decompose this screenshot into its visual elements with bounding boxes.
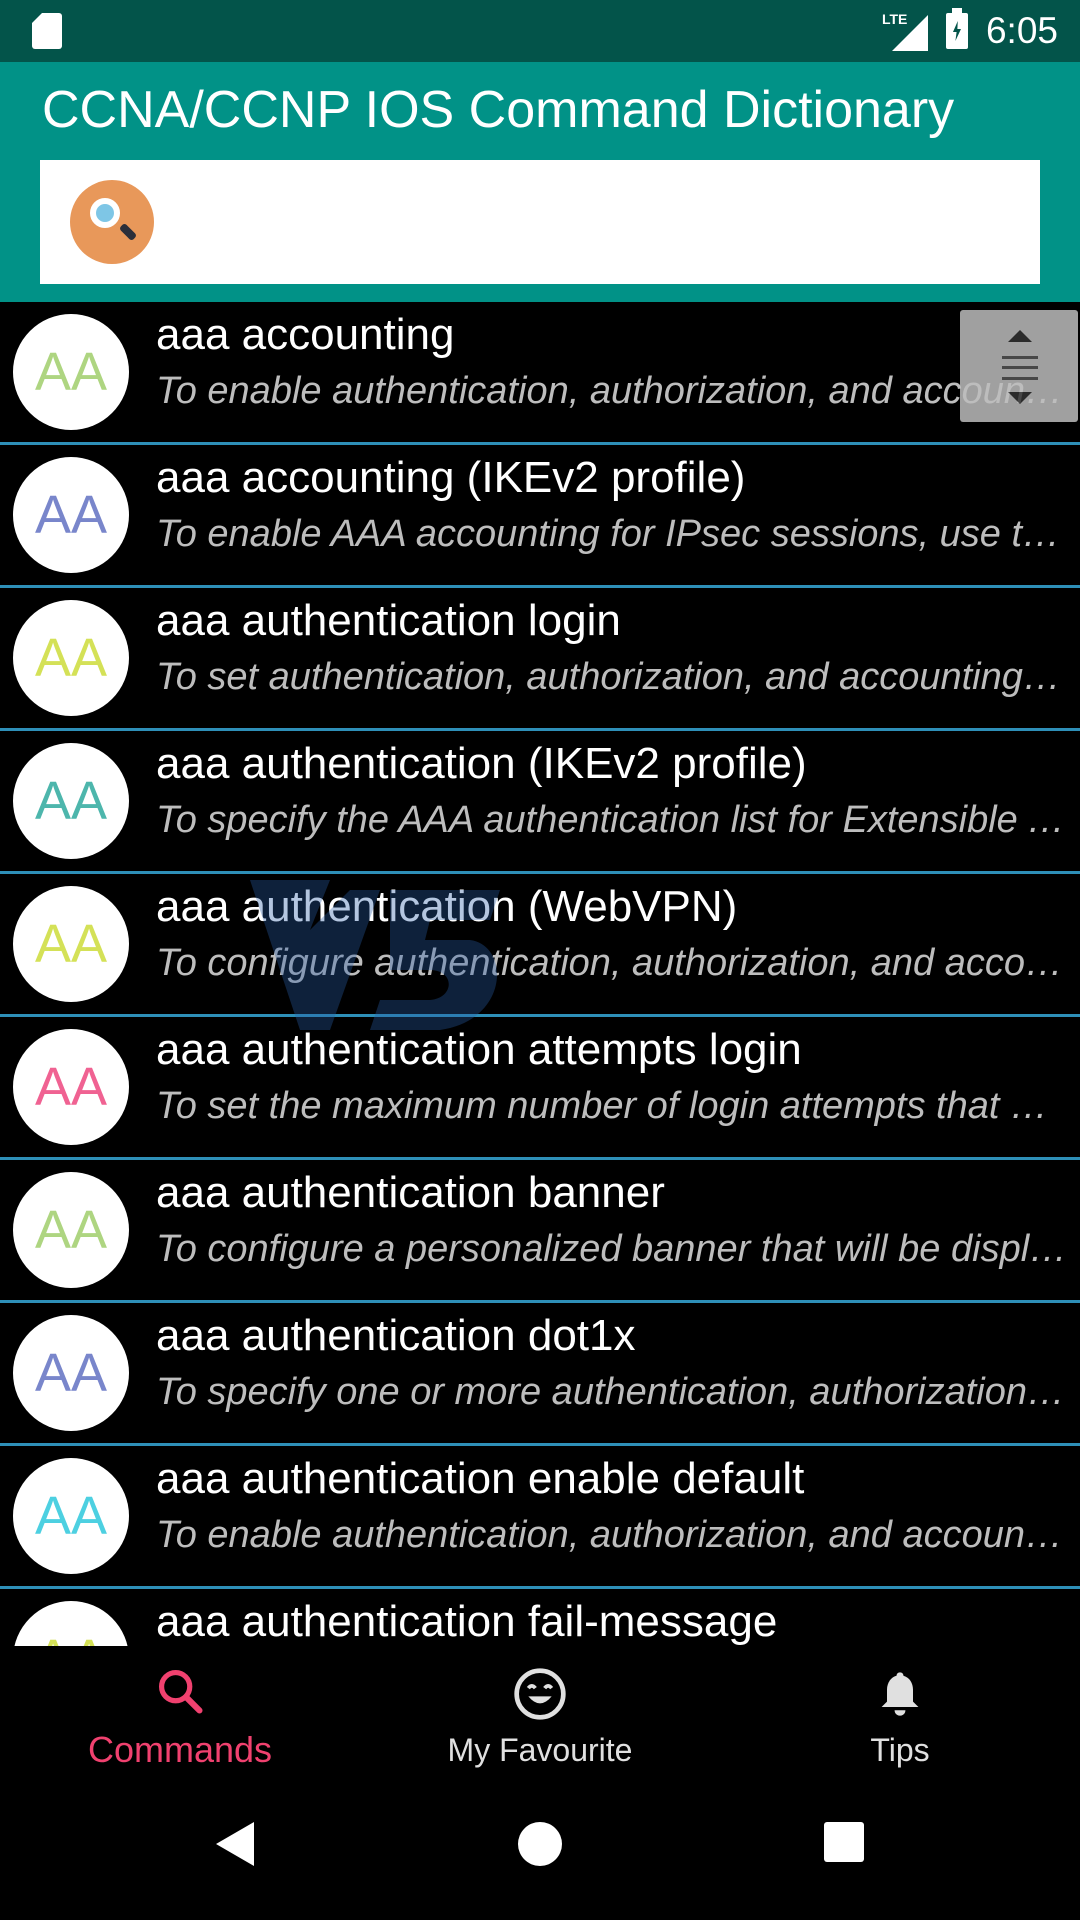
recent-apps-icon[interactable]: [824, 1822, 864, 1862]
avatar: AA: [13, 886, 129, 1002]
list-item[interactable]: AA aaa accounting To enable authenticati…: [0, 302, 1080, 445]
smiley-face-icon: [510, 1664, 570, 1724]
search-input[interactable]: [180, 186, 1014, 258]
command-description: To enable AAA accounting for IPsec sessi…: [156, 513, 1068, 555]
avatar: AA: [13, 1458, 129, 1574]
search-box[interactable]: [40, 160, 1040, 284]
bell-icon: [870, 1664, 930, 1724]
tab-commands[interactable]: Commands: [0, 1646, 360, 1786]
back-icon[interactable]: [216, 1822, 254, 1866]
signal-icon: LTE: [882, 11, 928, 51]
command-description: To enable authentication, authorization,…: [156, 370, 1068, 412]
command-description: To configure authentication, authorizati…: [156, 942, 1068, 984]
list-item[interactable]: AA aaa authentication banner To configur…: [0, 1160, 1080, 1303]
list-item[interactable]: AA aaa accounting (IKEv2 profile) To ena…: [0, 445, 1080, 588]
command-title: aaa authentication fail-message: [156, 1597, 778, 1646]
command-title: aaa authentication (IKEv2 profile): [156, 739, 807, 788]
list-item[interactable]: AA aaa authentication login To set authe…: [0, 588, 1080, 731]
command-title: aaa authentication (WebVPN): [156, 882, 738, 931]
scroll-up-icon: [1008, 330, 1032, 342]
battery-charging-icon: [945, 8, 968, 49]
fast-scroll-handle[interactable]: [960, 310, 1078, 422]
sd-card-icon: [32, 13, 62, 49]
scroll-down-icon: [1008, 392, 1032, 404]
list-item[interactable]: AA aaa authentication attempts login To …: [0, 1017, 1080, 1160]
tab-tips[interactable]: Tips: [720, 1646, 1080, 1786]
avatar: AA: [13, 1315, 129, 1431]
status-indicators: LTE 6:05: [882, 8, 1058, 52]
command-title: aaa accounting (IKEv2 profile): [156, 453, 746, 502]
tab-commands-label: Commands: [87, 1729, 273, 1770]
drag-lines-icon: [1002, 356, 1038, 380]
list-item[interactable]: AA aaa authentication fail-message: [0, 1589, 1080, 1646]
avatar: AA: [13, 1029, 129, 1145]
list-item[interactable]: AA aaa authentication (WebVPN) To config…: [0, 874, 1080, 1017]
list-item[interactable]: AA aaa authentication dot1x To specify o…: [0, 1303, 1080, 1446]
command-title: aaa authentication banner: [156, 1168, 665, 1217]
avatar: AA: [13, 600, 129, 716]
command-description: To specify the AAA authentication list f…: [156, 799, 1068, 841]
tab-my-favourite-label: My Favourite: [447, 1731, 633, 1768]
command-title: aaa authentication login: [156, 596, 621, 645]
search-icon[interactable]: [70, 180, 154, 264]
avatar: AA: [13, 457, 129, 573]
command-description: To specify one or more authentication, a…: [156, 1371, 1068, 1413]
system-navigation-bar: [0, 1786, 1080, 1920]
command-description: To set the maximum number of login attem…: [156, 1085, 1068, 1127]
avatar: AA: [13, 314, 129, 430]
command-title: aaa accounting: [156, 310, 455, 359]
avatar: AA: [13, 1172, 129, 1288]
app-title: CCNA/CCNP IOS Command Dictionary: [42, 81, 955, 139]
command-title: aaa authentication dot1x: [156, 1311, 636, 1360]
home-icon[interactable]: [518, 1822, 562, 1866]
status-bar: LTE 6:05: [0, 0, 1080, 62]
tab-tips-label: Tips: [870, 1731, 930, 1768]
command-description: To set authentication, authorization, an…: [156, 656, 1068, 698]
command-title: aaa authentication attempts login: [156, 1025, 802, 1074]
command-description: To configure a personalized banner that …: [156, 1228, 1068, 1270]
status-time: 6:05: [985, 10, 1058, 51]
bottom-navigation: Commands My Favourite Tips: [0, 1646, 1080, 1786]
list-item[interactable]: AA aaa authentication (IKEv2 profile) To…: [0, 731, 1080, 874]
search-icon: [150, 1661, 210, 1721]
command-list[interactable]: AA aaa accounting To enable authenticati…: [0, 302, 1080, 1646]
command-description: To enable authentication, authorization,…: [156, 1514, 1068, 1556]
avatar: AA: [13, 743, 129, 859]
list-item[interactable]: AA aaa authentication enable default To …: [0, 1446, 1080, 1589]
command-title: aaa authentication enable default: [156, 1454, 805, 1503]
avatar: AA: [13, 1601, 129, 1646]
app-bar: CCNA/CCNP IOS Command Dictionary: [0, 62, 1080, 302]
tab-my-favourite[interactable]: My Favourite: [360, 1646, 720, 1786]
